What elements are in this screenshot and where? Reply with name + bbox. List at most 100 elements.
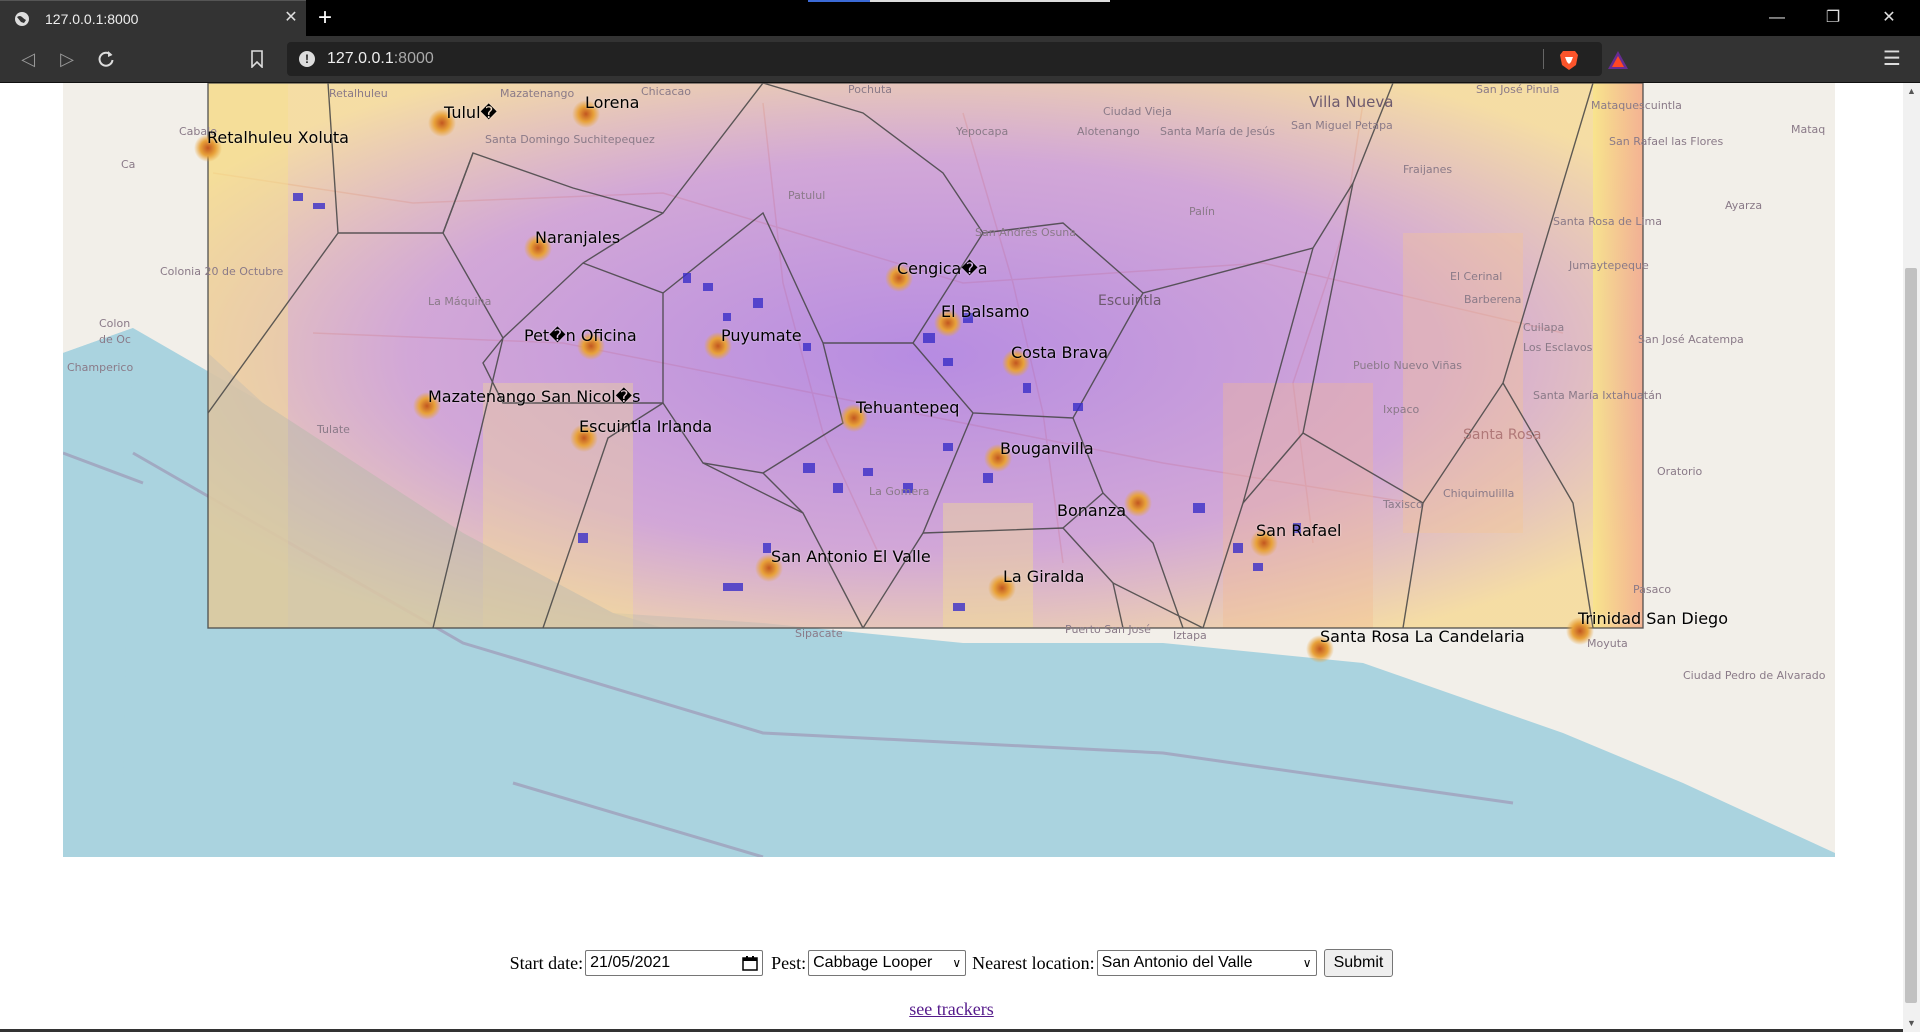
scrollbar-thumb[interactable] [1905,268,1917,1003]
place-label: La Gomera [869,485,930,498]
location-label: El Balsamo [941,302,1030,321]
map[interactable]: Retalhuleu Mazatenango Chicacao Pochuta … [63,83,1835,857]
location-label: Mazatenango San Nicol�s [428,387,641,406]
url-separator [1543,49,1544,69]
minimize-button[interactable]: — [1754,0,1800,36]
close-window-button[interactable]: ✕ [1866,0,1912,36]
location-label: Trinidad San Diego [1578,609,1728,628]
place-label: Escuintla [1098,293,1162,309]
url-text[interactable]: 127.0.0.1:8000 [327,50,434,68]
start-date-input[interactable]: 21/05/2021 [585,950,764,976]
location-label: Cengica�a [897,259,988,278]
info-icon[interactable]: ! [299,51,315,67]
bookmark-icon[interactable] [250,50,264,68]
place-label: Ciudad Vieja [1103,105,1172,118]
place-label: Jumaytepeque [1569,259,1649,272]
new-tab-button[interactable]: + [318,6,332,30]
address-bar[interactable]: ! 127.0.0.1:8000 [287,42,1628,76]
place-label: Taxisco [1383,498,1423,511]
place-label: Palín [1189,205,1215,218]
location-label: Retalhuleu Xoluta [207,128,349,147]
rewards-icon[interactable] [1607,50,1629,70]
place-label: San Andrés Osuna [975,226,1077,239]
place-label: Sipacate [795,627,843,640]
place-label: Yepocapa [956,125,1009,138]
back-icon[interactable]: ◁ [16,47,40,71]
place-label: Mazatenango [500,87,575,100]
location-label: Puyumate [721,326,802,345]
location-label: Escuintla Irlanda [579,417,713,436]
location-marker[interactable] [1123,488,1153,518]
globe-icon [15,12,29,26]
see-trackers-link[interactable]: see trackers [909,999,993,1019]
location-select-value: San Antonio del Valle [1101,954,1253,971]
forward-icon[interactable]: ▷ [55,47,79,71]
location-label: Bonanza [1057,501,1127,520]
query-form: Start date: 21/05/2021 Pest: Cabbage Loo… [0,949,1903,977]
location-label: La Giralda [1003,567,1085,586]
browser-tab[interactable]: 127.0.0.1:8000 ✕ [0,0,306,36]
location-label: Tehuantepeq [856,398,960,417]
place-label: Puerto San José [1065,623,1151,636]
browser-tab-bar: 127.0.0.1:8000 ✕ + — ❐ ✕ [0,0,1920,36]
reload-icon[interactable] [96,49,116,69]
location-label: Costa Brava [1011,343,1109,362]
place-label: Ayarza [1725,199,1763,212]
restore-button[interactable]: ❐ [1810,0,1856,36]
place-label: Ca [121,158,136,171]
location-label: Bouganvilla [1000,439,1094,458]
place-label: San José Pinula [1476,83,1560,96]
calendar-icon[interactable] [742,955,758,971]
chevron-down-icon: ∨ [1302,956,1312,970]
see-trackers-container: see trackers [0,999,1903,1020]
place-label: Mataquescuintla [1591,99,1682,112]
place-label: Alotenango [1077,125,1140,138]
place-label: El Cerinal [1450,270,1503,283]
start-date-label: Start date: [509,952,584,973]
menu-icon[interactable]: ☰ [1880,47,1904,71]
submit-button[interactable]: Submit [1323,949,1394,977]
location-label: Santa Rosa La Candelaria [1320,627,1525,646]
place-label: Santa María de Jesús [1160,125,1275,138]
location-label: Nearest location: [972,952,1095,973]
place-label: Los Esclavos [1523,341,1593,354]
place-label: Iztapa [1173,629,1207,642]
location-label: Pet�n Oficina [524,326,637,345]
start-date-value: 21/05/2021 [590,954,671,971]
location-select[interactable]: San Antonio del Valle ∨ [1096,950,1317,976]
brave-shield-icon[interactable] [1559,49,1579,71]
pest-select-value: Cabbage Looper [813,954,933,971]
map-canvas [63,83,1835,857]
place-label: Santa Rosa [1463,427,1542,443]
place-label: Oratorio [1657,465,1703,478]
pest-select[interactable]: Cabbage Looper ∨ [808,950,967,976]
scroll-down-icon[interactable]: ▼ [1903,1015,1920,1032]
tab-title: 127.0.0.1:8000 [45,11,139,27]
scroll-up-icon[interactable]: ▲ [1903,83,1920,100]
place-label: Mataq [1791,123,1826,136]
place-label: de Oc [99,333,131,346]
place-label: Colonia 20 de Octubre [160,265,284,278]
close-tab-icon[interactable]: ✕ [282,9,300,27]
browser-toolbar: ◁ ▷ ! 127.0.0.1:8000 ☰ [0,36,1920,83]
page-scrollbar[interactable]: ▲ ▼ [1903,83,1920,1032]
place-label: Fraijanes [1403,163,1453,176]
place-label: Retalhuleu [329,87,388,100]
location-label: Lorena [585,93,640,112]
place-label: La Máquina [428,295,492,308]
place-label: Ciudad Pedro de Alvarado [1683,669,1826,682]
place-label: Santa Rosa de Lima [1553,215,1662,228]
location-label: San Rafael [1256,521,1342,540]
ocean-west [63,328,133,783]
place-label: Villa Nueva [1309,93,1394,111]
chevron-down-icon: ∨ [952,956,962,970]
place-label: Santa Domingo Suchitepequez [485,133,655,146]
place-label: San Miguel Petapa [1291,119,1393,132]
place-label: Colon [99,317,131,330]
place-label: Pasaco [1633,583,1672,596]
location-label: Tulul� [444,103,497,122]
page-viewport: Retalhuleu Mazatenango Chicacao Pochuta … [0,83,1903,1032]
pest-label: Pest: [771,952,807,973]
place-label: San José Acatempa [1638,333,1744,346]
place-label: Santa María Ixtahuatán [1533,389,1662,402]
